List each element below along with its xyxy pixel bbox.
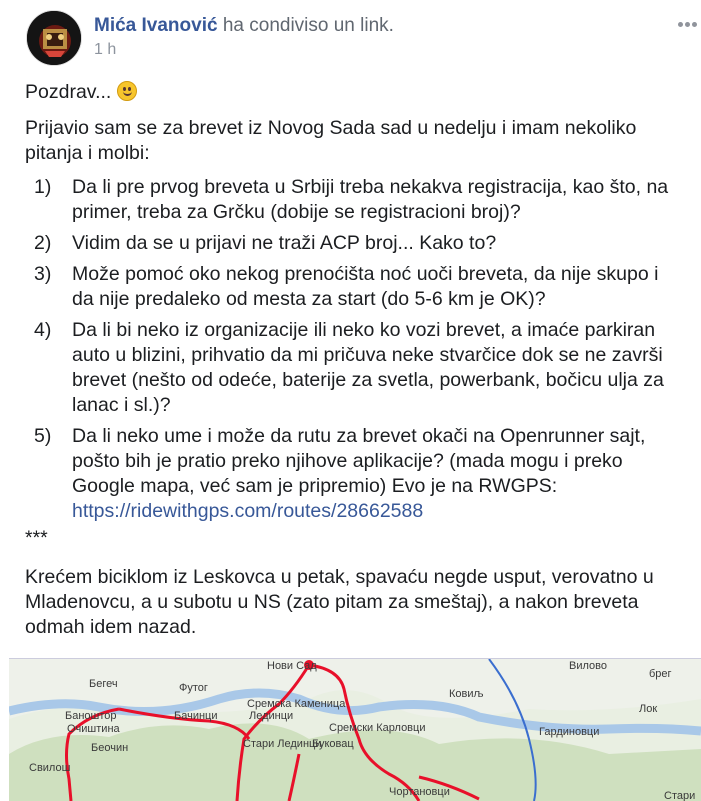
map-label: Ковиљ — [449, 688, 484, 700]
map-label: Сремска Каменица — [247, 698, 346, 710]
map-label: Лединци — [249, 710, 293, 722]
map-label: Нови Сад — [267, 660, 317, 672]
list-item: 4) Da li bi neko iz organizacije ili nek… — [25, 318, 685, 418]
author-name[interactable]: Mića Ivanović — [94, 15, 218, 36]
map-label: Сремски Карловци — [329, 722, 425, 734]
list-text: Da li bi neko iz organizacije ili neko k… — [72, 319, 664, 416]
list-number: 4) — [34, 319, 52, 341]
map-label: Буковац — [312, 738, 354, 750]
list-item: 2) Vidim da se u prijavi ne traži ACP br… — [25, 231, 685, 256]
map-label: Стари Лединци — [243, 738, 321, 750]
list-text: Može pomoć oko nekog prenoćišta noć uoči… — [72, 263, 659, 310]
map-label: Бачинци — [174, 710, 218, 722]
map-label: Лок — [639, 703, 657, 715]
list-text: Vidim da se u prijavi ne traži ACP broj.… — [72, 232, 497, 254]
list-number: 3) — [34, 263, 52, 285]
post-header: Mića Ivanović ha condiviso un link. 1 h — [0, 0, 701, 72]
route-link[interactable]: https://ridewithgps.com/routes/28662588 — [72, 500, 423, 522]
map-label: Вилово — [569, 660, 607, 672]
map-label: Чортановци — [389, 786, 450, 798]
author-avatar[interactable] — [26, 10, 82, 66]
greeting: Pozdrav... — [25, 80, 137, 105]
list-text: Da li neko ume i može da rutu za brevet … — [72, 425, 646, 497]
closing-paragraph: Krećem biciklom iz Leskovca u petak, spa… — [25, 566, 654, 638]
map-label: Бегеч — [89, 678, 118, 690]
list-item: 5) Da li neko ume i može da rutu za brev… — [25, 424, 685, 524]
map-label: Футог — [179, 682, 208, 694]
list-item: 3) Može pomoć oko nekog prenoćišta noć u… — [25, 262, 685, 312]
share-action: ha condiviso un link. — [222, 15, 394, 36]
author-line: Mića Ivanović ha condiviso un link. — [94, 15, 394, 37]
map-label: Очиштина — [67, 723, 121, 735]
map-label: Свилош — [29, 762, 71, 774]
map-label: Гардиновци — [539, 726, 599, 738]
list-item: 1) Da li pre prvog breveta u Srbiji treb… — [25, 175, 685, 225]
map-image: Нови Сад Вилово Бегеч Футог Ковиљ брег С… — [9, 659, 701, 801]
greeting-text: Pozdrav... — [25, 81, 112, 103]
map-label: Беочин — [91, 742, 128, 754]
map-label: Баноштор — [65, 710, 117, 722]
list-number: 2) — [34, 232, 52, 254]
list-number: 1) — [34, 176, 52, 198]
list-text: Da li pre prvog breveta u Srbiji treba n… — [72, 176, 669, 223]
list-number: 5) — [34, 425, 52, 447]
smiley-emoji-icon — [116, 81, 137, 101]
map-label: брег — [649, 668, 672, 680]
question-list: 1) Da li pre prvog breveta u Srbiji treb… — [25, 175, 685, 530]
map-label: Стари — [664, 790, 695, 801]
more-options-icon[interactable] — [678, 14, 700, 27]
intro-paragraph: Prijavio sam se za brevet iz Novog Sada … — [25, 117, 637, 164]
post-timestamp[interactable]: 1 h — [94, 41, 116, 59]
link-preview-map[interactable]: Нови Сад Вилово Бегеч Футог Ковиљ брег С… — [9, 658, 701, 801]
separator: *** — [25, 527, 48, 549]
